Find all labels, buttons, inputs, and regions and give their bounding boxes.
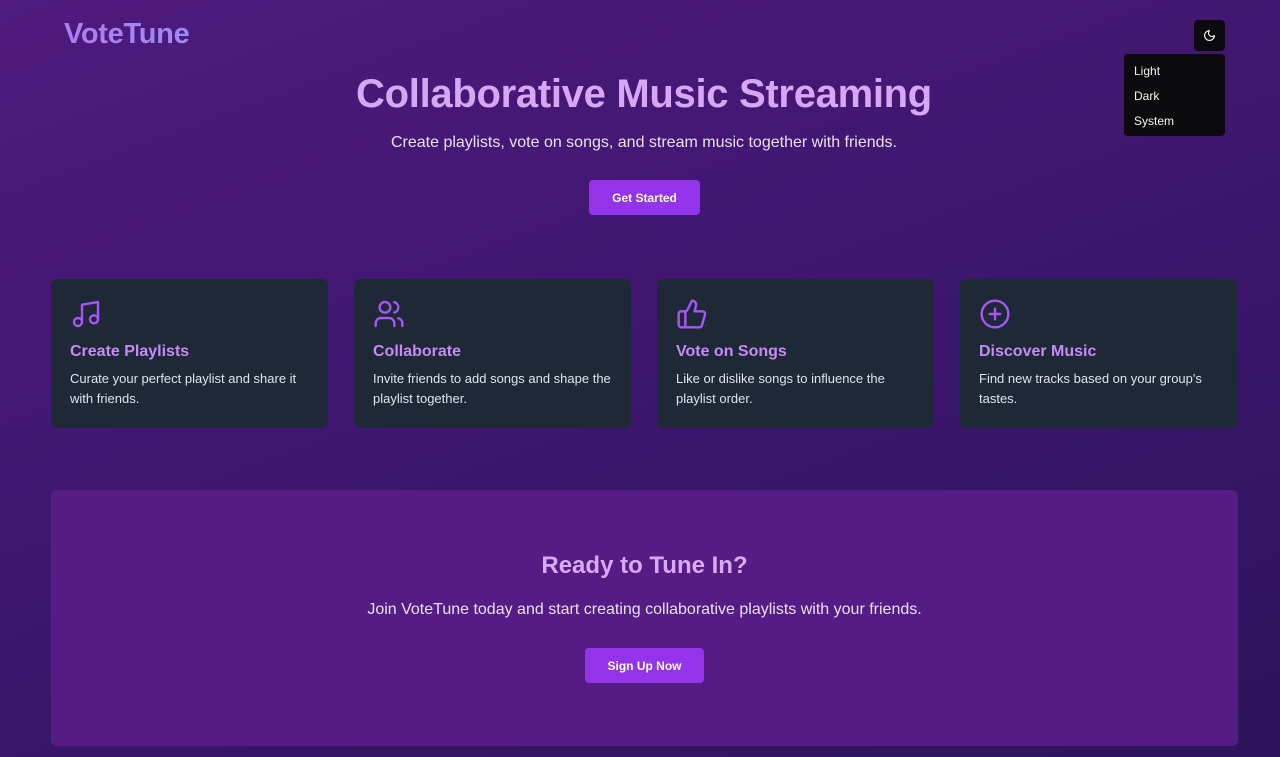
cta-title: Ready to Tune In? (541, 552, 748, 579)
feature-description: Like or dislike songs to influence the p… (676, 371, 885, 406)
sign-up-button[interactable]: Sign Up Now (585, 648, 704, 683)
moon-icon (1204, 30, 1215, 41)
feature-card-create-playlists: Create Playlists Curate your perfect pla… (51, 279, 328, 428)
feature-card-collaborate: Collaborate Invite friends to add songs … (354, 279, 631, 428)
feature-title: Discover Music (979, 343, 1097, 360)
feature-title: Collaborate (373, 343, 462, 360)
users-icon (374, 300, 404, 328)
theme-toggle-button[interactable] (1194, 20, 1225, 51)
music-note-icon (72, 300, 100, 328)
cta-section: Ready to Tune In? Join VoteTune today an… (51, 490, 1238, 746)
cta-subtitle: Join VoteTune today and start creating c… (367, 601, 922, 618)
feature-title: Vote on Songs (676, 343, 787, 360)
feature-description: Curate your perfect playlist and share i… (70, 371, 297, 406)
logo[interactable]: VoteTune (64, 18, 190, 51)
feature-title: Create Playlists (70, 343, 190, 360)
feature-description: Find new tracks based on your group's ta… (979, 371, 1202, 406)
hero-title: Collaborative Music Streaming (356, 72, 932, 116)
thumbs-up-icon (677, 299, 707, 329)
get-started-button[interactable]: Get Started (589, 180, 700, 215)
plus-circle-icon (980, 299, 1010, 329)
feature-card-vote-on-songs: Vote on Songs Like or dislike songs to i… (657, 279, 934, 428)
feature-card-discover-music: Discover Music Find new tracks based on … (960, 279, 1237, 428)
feature-description: Invite friends to add songs and shape th… (373, 371, 611, 406)
hero-subtitle: Create playlists, vote on songs, and str… (390, 134, 897, 151)
